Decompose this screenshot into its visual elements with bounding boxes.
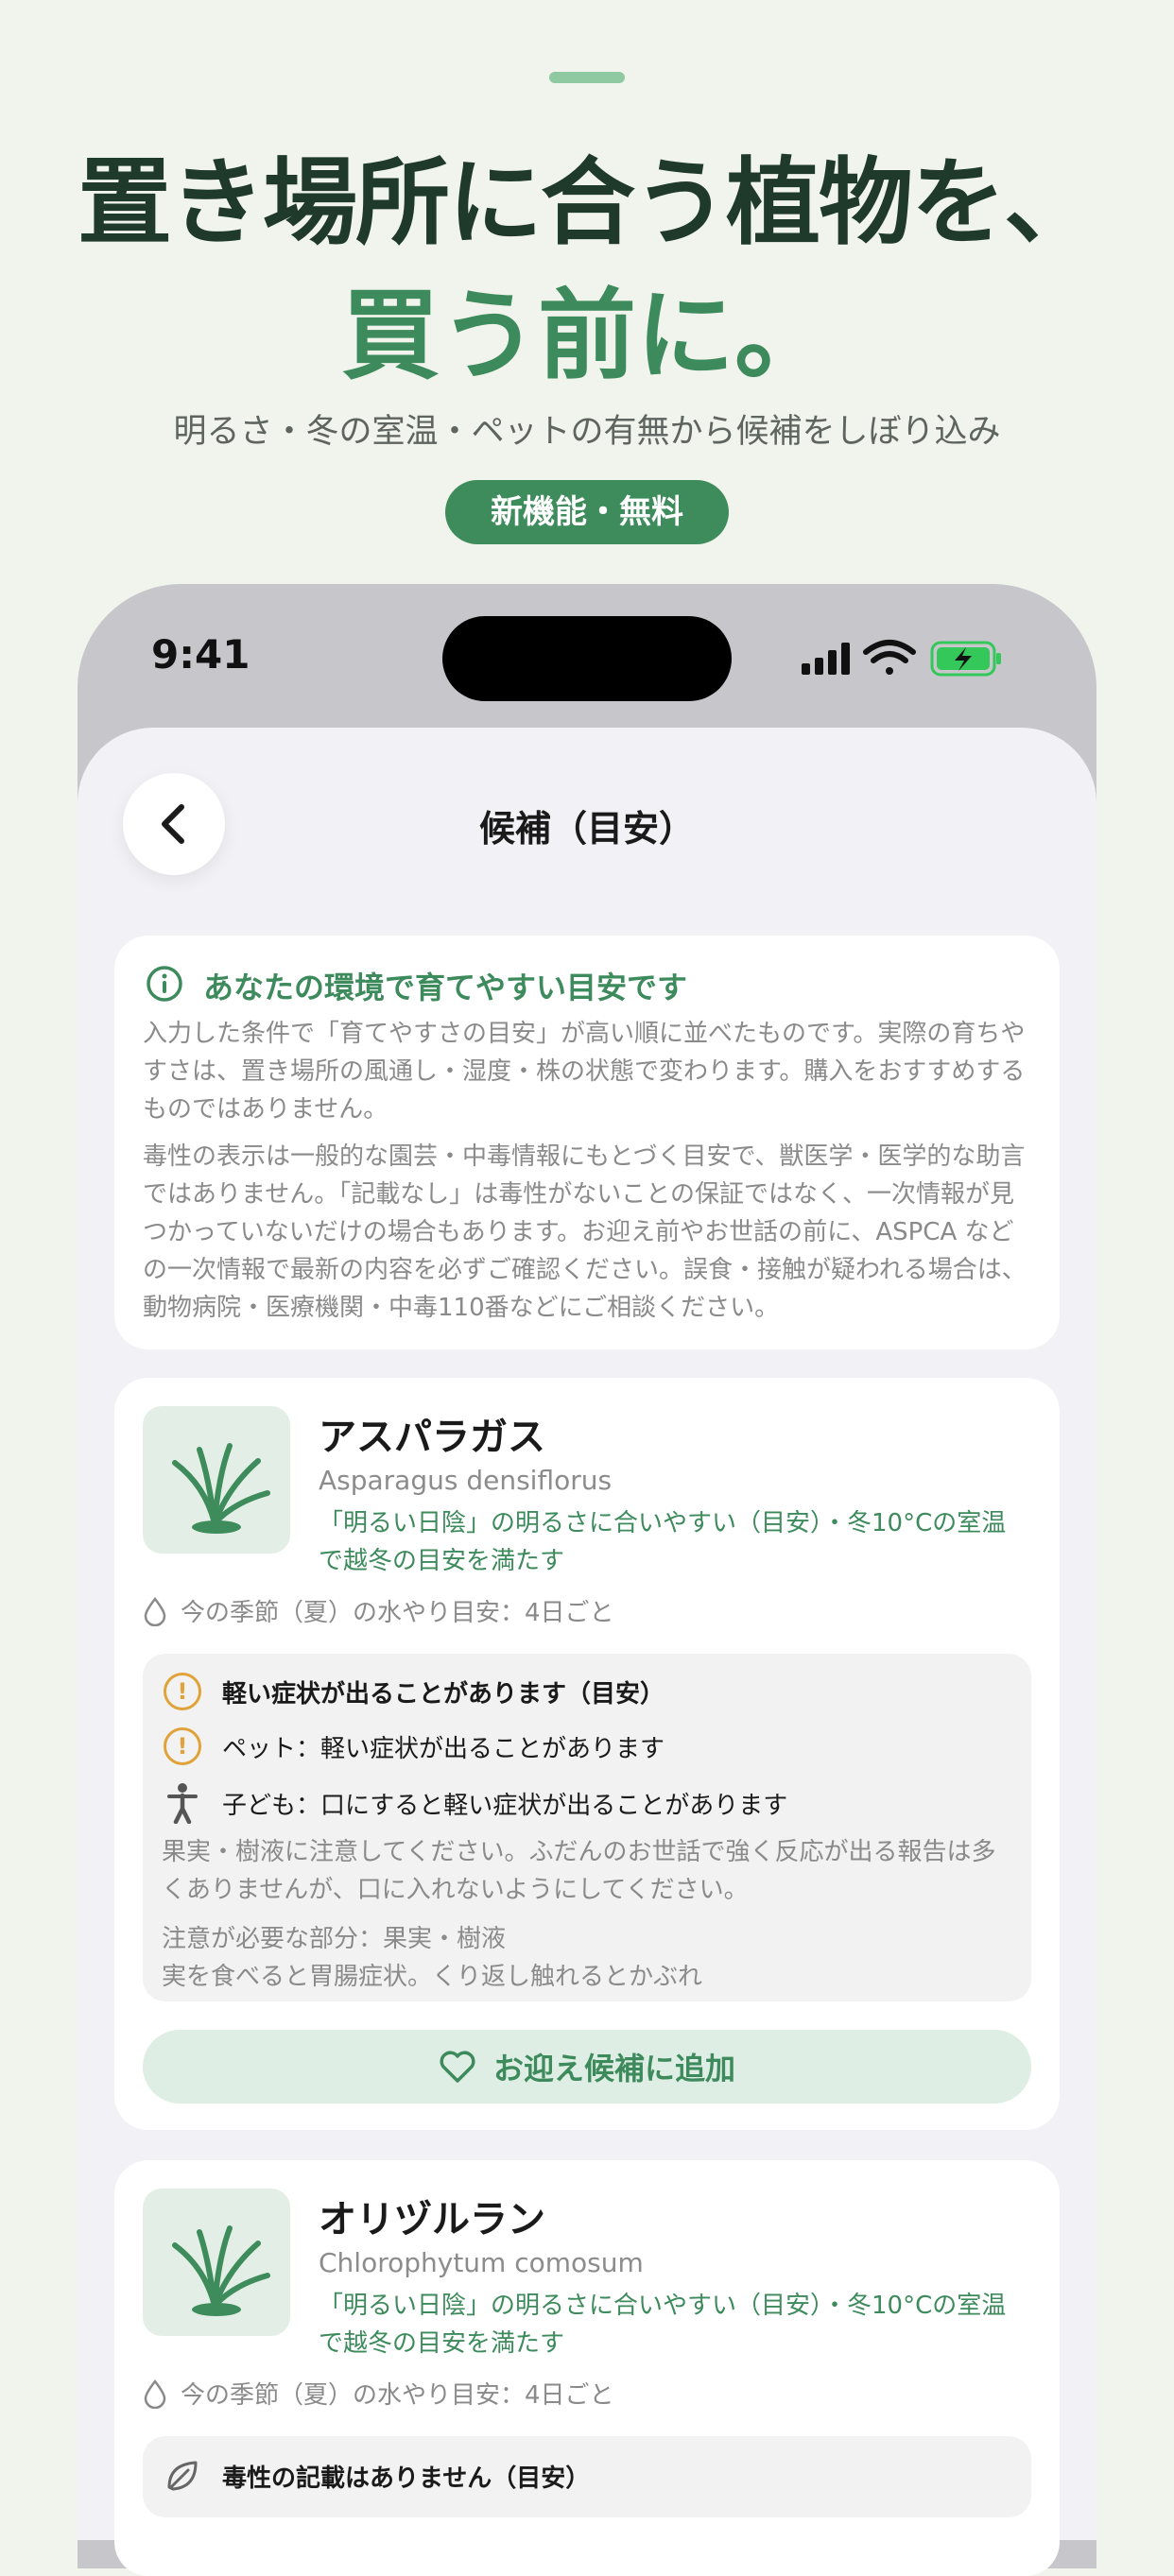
heart-icon: [440, 2051, 475, 2083]
child-warning-row: 子ども：口にすると軽い症状が出ることがあります: [164, 1782, 787, 1824]
child-icon: [167, 1783, 198, 1824]
new-feature-badge: 新機能・無料: [445, 480, 729, 544]
toxicity-box: 毒性の記載はありません（目安）: [143, 2436, 1031, 2517]
plant-thumbnail: [143, 1406, 290, 1554]
info-title: あなたの環境で育てやすい目安です: [203, 970, 688, 1005]
info-paragraph-2: 毒性の表示は一般的な園芸・中毒情報にもとづく目安で、獣医学・医学的な助言ではあり…: [143, 1142, 1027, 1322]
plant-fit-note: 「明るい日陰」の明るさに合いやすい（目安）・冬10°Cの室温で越冬の目安を満たす: [319, 1509, 1007, 1575]
watering-info: 今の季節（夏）の水やり目安：4日ごと: [143, 1593, 614, 1628]
plant-name: アスパラガス: [319, 1416, 545, 1459]
plant-thumbnail: [143, 2189, 290, 2336]
plant-fit-note: 「明るい日陰」の明るさに合いやすい（目安）・冬10°Cの室温で越冬の目安を満たす: [319, 2292, 1007, 2358]
info-icon: [147, 966, 182, 1002]
plant-latin-name: Asparagus densiflorus: [319, 1465, 613, 1496]
add-button-label: お迎え候補に追加: [492, 2051, 735, 2087]
toxicity-warning-box: ! 軽い症状が出ることがあります（目安） ! ペット：軽い症状が出ることがありま…: [143, 1654, 1031, 2001]
plant-icon: [172, 2225, 270, 2316]
warning-title-row: ! 軽い症状が出ることがあります（目安）: [164, 1673, 665, 1710]
warning-note: 果実・樹液に注意してください。ふだんのお世話で強く反応が出る報告は多くありません…: [162, 1838, 996, 1904]
child-warning: 子ども：口にすると軽い症状が出ることがあります: [222, 1791, 788, 1820]
plant-latin-name: Chlorophytum comosum: [319, 2247, 644, 2278]
warning-parts: 注意が必要な部分：果実・樹液: [162, 1925, 507, 1953]
water-drop-icon: [144, 1596, 166, 1626]
headline-line1: 置き場所に合う植物を、: [78, 147, 1098, 258]
pet-warning-row: ! ペット：軽い症状が出ることがあります: [164, 1727, 665, 1765]
battery-charging-icon: [930, 641, 1001, 677]
warning-icon: !: [164, 1673, 201, 1710]
watering-text: 今の季節（夏）の水やり目安：4日ごと: [181, 2381, 614, 2410]
info-paragraph-1: 入力した条件で「育てやすさの目安」が高い順に並べたものです。実際の育ちやすさは、…: [143, 1020, 1026, 1124]
toxicity-text: 毒性の記載はありません（目安）: [222, 2464, 591, 2493]
water-drop-icon: [144, 2379, 166, 2409]
plant-name: オリヅルラン: [319, 2198, 545, 2241]
plant-card: アスパラガス Asparagus densiflorus 「明るい日陰」の明るさ…: [114, 1378, 1060, 2130]
info-card: あなたの環境で育てやすい目安です 入力した条件で「育てやすさの目安」が高い順に並…: [114, 936, 1060, 1349]
chevron-left-icon: [162, 804, 184, 844]
top-handle: [549, 72, 625, 83]
hero-subtitle: 明るさ・冬の室温・ペットの有無から候補をしぼり込み: [173, 413, 1001, 451]
plant-icon: [172, 1443, 270, 1534]
warning-title: 軽い症状が出ることがあります（目安）: [222, 1679, 665, 1709]
watering-text: 今の季節（夏）の水やり目安：4日ごと: [181, 1599, 614, 1627]
toxicity-row: 毒性の記載はありません（目安）: [164, 2457, 590, 2495]
status-icons: [800, 635, 1008, 684]
signal-icon: [802, 643, 850, 675]
page-title: 候補（目安）: [478, 808, 695, 850]
watering-info: 今の季節（夏）の水やり目安：4日ごと: [143, 2376, 614, 2411]
back-button[interactable]: [123, 773, 225, 875]
dynamic-island: [442, 616, 732, 701]
headline-line2: 買う前に。: [340, 278, 833, 393]
leaf-icon: [167, 2461, 198, 2491]
plant-card: オリヅルラン Chlorophytum comosum 「明るい日陰」の明るさに…: [114, 2160, 1060, 2576]
warning-symptoms: 実を食べると胃腸症状。くり返し触れるとかぶれ: [162, 1963, 703, 1991]
wifi-icon: [863, 640, 916, 675]
warning-icon: !: [164, 1727, 201, 1765]
pet-warning: ペット：軽い症状が出ることがあります: [222, 1734, 665, 1763]
status-time: 9:41: [151, 631, 250, 678]
add-to-candidates-button[interactable]: お迎え候補に追加: [143, 2030, 1031, 2104]
